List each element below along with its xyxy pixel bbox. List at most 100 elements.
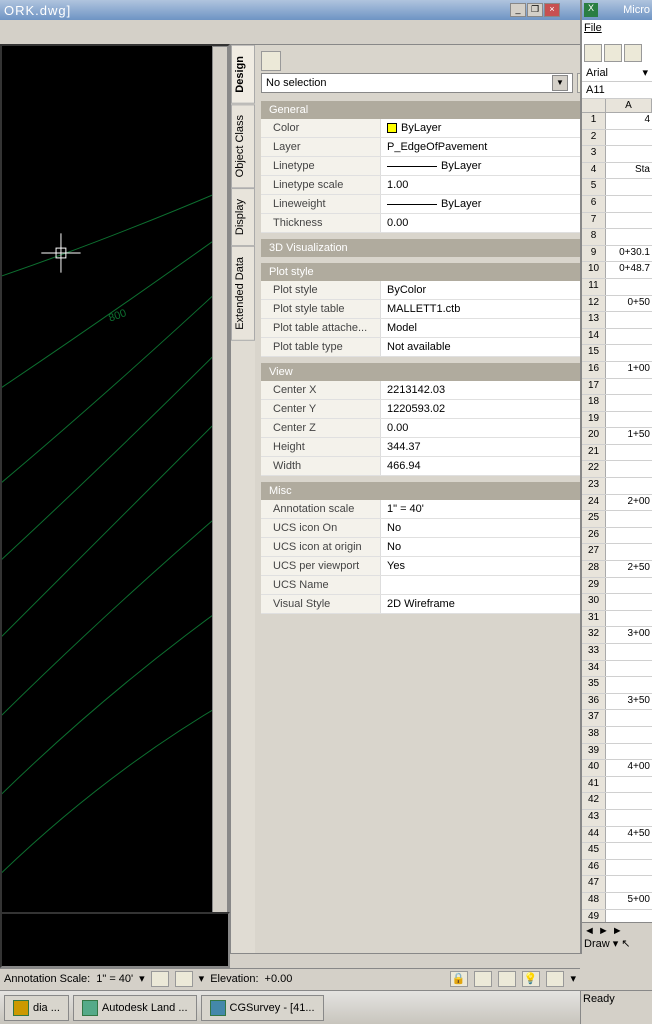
excel-row[interactable]: 19 — [582, 412, 652, 429]
excel-row-header[interactable]: 20 — [582, 428, 606, 444]
taskbar-item-3[interactable]: CGSurvey - [41... — [201, 995, 324, 1021]
status-icon-d[interactable]: 💡 — [522, 971, 540, 987]
excel-cell[interactable]: 4+50 — [606, 827, 652, 843]
excel-row[interactable]: 444+50 — [582, 827, 652, 844]
excel-cell[interactable]: 1+50 — [606, 428, 652, 444]
excel-row-header[interactable]: 2 — [582, 130, 606, 146]
tab-design[interactable]: Design — [231, 45, 255, 104]
excel-row-header[interactable]: 36 — [582, 694, 606, 710]
excel-row[interactable]: 45 — [582, 843, 652, 860]
excel-row[interactable]: 485+00 — [582, 893, 652, 910]
excel-cell[interactable] — [606, 329, 652, 345]
excel-row-header[interactable]: 46 — [582, 860, 606, 876]
excel-row[interactable]: 7 — [582, 213, 652, 230]
excel-cell[interactable] — [606, 594, 652, 610]
excel-row-header[interactable]: 8 — [582, 229, 606, 245]
excel-row-header[interactable]: 33 — [582, 644, 606, 660]
excel-row[interactable]: 14 — [582, 113, 652, 130]
minimize-button[interactable]: _ — [510, 3, 526, 17]
excel-row-header[interactable]: 19 — [582, 412, 606, 428]
excel-cell[interactable] — [606, 213, 652, 229]
excel-row[interactable]: 13 — [582, 312, 652, 329]
excel-cell[interactable] — [606, 860, 652, 876]
excel-row[interactable]: 120+50 — [582, 296, 652, 313]
excel-row-header[interactable]: 6 — [582, 196, 606, 212]
excel-cell[interactable]: 4 — [606, 113, 652, 129]
excel-cell[interactable]: 1+00 — [606, 362, 652, 378]
excel-row-header[interactable]: 21 — [582, 445, 606, 461]
excel-row[interactable]: 37 — [582, 710, 652, 727]
excel-row[interactable]: 34 — [582, 661, 652, 678]
excel-cell[interactable]: 5+00 — [606, 893, 652, 909]
excel-row-header[interactable]: 28 — [582, 561, 606, 577]
excel-cell[interactable]: 2+00 — [606, 495, 652, 511]
excel-cell[interactable] — [606, 196, 652, 212]
excel-cell[interactable] — [606, 379, 652, 395]
excel-row[interactable]: 29 — [582, 578, 652, 595]
excel-row[interactable]: 22 — [582, 461, 652, 478]
excel-row[interactable]: 42 — [582, 793, 652, 810]
excel-cell[interactable] — [606, 843, 652, 859]
excel-row-header[interactable]: 18 — [582, 395, 606, 411]
excel-row[interactable]: 39 — [582, 744, 652, 761]
excel-cell[interactable] — [606, 544, 652, 560]
annoscale-value[interactable]: 1" = 40' — [96, 973, 133, 985]
excel-row[interactable]: 11 — [582, 279, 652, 296]
excel-row-header[interactable]: 5 — [582, 179, 606, 195]
excel-cell[interactable] — [606, 578, 652, 594]
excel-row-header[interactable]: 35 — [582, 677, 606, 693]
excel-row-header[interactable]: 17 — [582, 379, 606, 395]
taskbar-item-2[interactable]: Autodesk Land ... — [73, 995, 197, 1021]
excel-cell[interactable] — [606, 777, 652, 793]
excel-row-header[interactable]: 1 — [582, 113, 606, 129]
excel-cell[interactable] — [606, 611, 652, 627]
chevron-down-icon[interactable]: ▼ — [552, 75, 568, 91]
excel-cell[interactable] — [606, 146, 652, 162]
excel-cell[interactable] — [606, 644, 652, 660]
excel-row-header[interactable]: 49 — [582, 910, 606, 923]
excel-row-header[interactable]: 3 — [582, 146, 606, 162]
excel-row-header[interactable]: 44 — [582, 827, 606, 843]
excel-row[interactable]: 26 — [582, 528, 652, 545]
excel-cell[interactable] — [606, 179, 652, 195]
excel-row-header[interactable]: 48 — [582, 893, 606, 909]
status-icon-c[interactable] — [498, 971, 516, 987]
command-line[interactable] — [0, 912, 230, 968]
anno-icon-1[interactable] — [151, 971, 169, 987]
excel-corner[interactable] — [582, 99, 606, 112]
excel-cell[interactable]: 0+48.7 — [606, 262, 652, 278]
excel-row-header[interactable]: 38 — [582, 727, 606, 743]
excel-row[interactable]: 41 — [582, 777, 652, 794]
excel-row-header[interactable]: 11 — [582, 279, 606, 295]
excel-cell[interactable] — [606, 677, 652, 693]
excel-row[interactable]: 30 — [582, 594, 652, 611]
excel-row-header[interactable]: 41 — [582, 777, 606, 793]
excel-row-header[interactable]: 13 — [582, 312, 606, 328]
excel-cell[interactable]: 2+50 — [606, 561, 652, 577]
excel-cell[interactable] — [606, 810, 652, 826]
drawing-viewport[interactable]: 800 ◄► ◄► ◄► — [0, 44, 230, 954]
excel-row-header[interactable]: 26 — [582, 528, 606, 544]
excel-cell[interactable] — [606, 478, 652, 494]
excel-row-header[interactable]: 23 — [582, 478, 606, 494]
excel-cell[interactable] — [606, 910, 652, 923]
excel-cell[interactable]: 3+00 — [606, 627, 652, 643]
excel-row[interactable]: 90+30.1 — [582, 246, 652, 263]
excel-cell[interactable] — [606, 710, 652, 726]
status-icon-b[interactable] — [474, 971, 492, 987]
excel-row[interactable]: 161+00 — [582, 362, 652, 379]
excel-cell[interactable]: Sta — [606, 163, 652, 179]
excel-row[interactable]: 33 — [582, 644, 652, 661]
excel-row-header[interactable]: 12 — [582, 296, 606, 312]
excel-font[interactable]: Arial — [586, 67, 608, 79]
excel-row-header[interactable]: 24 — [582, 495, 606, 511]
selection-dropdown[interactable]: No selection ▼ — [261, 73, 573, 93]
excel-row[interactable]: 363+50 — [582, 694, 652, 711]
excel-row[interactable]: 3 — [582, 146, 652, 163]
excel-row[interactable]: 27 — [582, 544, 652, 561]
excel-row[interactable]: 6 — [582, 196, 652, 213]
excel-draw-menu[interactable]: Draw — [584, 938, 610, 950]
excel-row-header[interactable]: 27 — [582, 544, 606, 560]
excel-cell[interactable] — [606, 395, 652, 411]
excel-row-header[interactable]: 22 — [582, 461, 606, 477]
